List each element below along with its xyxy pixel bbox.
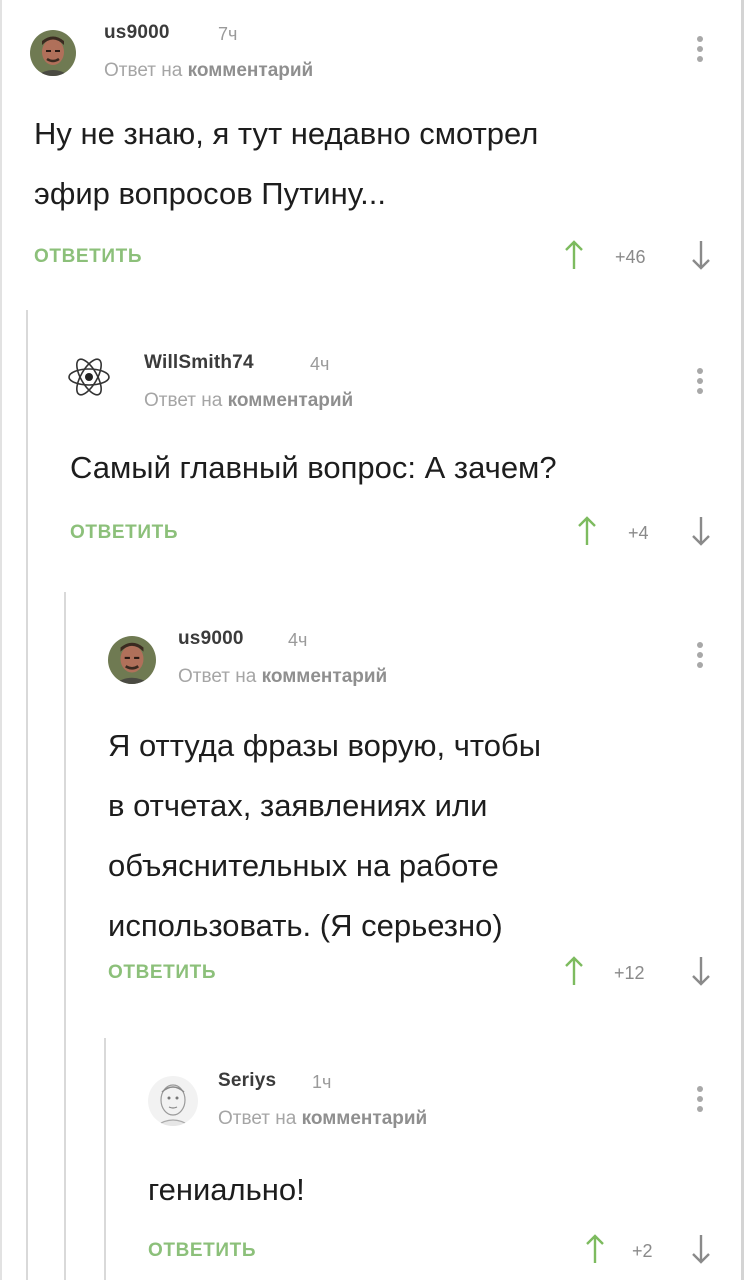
more-options-icon[interactable] xyxy=(693,36,707,66)
reply-target-link[interactable]: комментарий xyxy=(228,390,354,411)
reply-prefix: Ответ на xyxy=(144,390,223,411)
comment-author[interactable]: us9000 xyxy=(104,22,170,44)
comment-text: Самый главный вопрос: А зачем? xyxy=(70,438,557,498)
vote-score: +46 xyxy=(615,247,646,267)
more-options-icon[interactable] xyxy=(693,368,707,398)
man-portrait-avatar xyxy=(30,30,76,76)
vote-score: +12 xyxy=(614,963,645,983)
vote-score: +4 xyxy=(628,523,649,543)
thread-line-level-1 xyxy=(26,310,28,1280)
comment-author[interactable]: Seriys xyxy=(218,1070,276,1092)
reply-button[interactable]: ОТВЕТИТЬ xyxy=(108,962,216,984)
reply-button[interactable]: ОТВЕТИТЬ xyxy=(34,246,142,268)
comment-time: 4ч xyxy=(310,354,330,374)
vote-score: +2 xyxy=(632,1241,653,1261)
upvote-arrow-icon[interactable] xyxy=(563,956,585,986)
comment-time: 7ч xyxy=(218,24,238,44)
user-avatar[interactable] xyxy=(66,354,112,400)
user-avatar[interactable] xyxy=(108,636,156,684)
comment-text-line: Я оттуда фразы ворую, чтобы xyxy=(108,728,541,763)
downvote-arrow-icon[interactable] xyxy=(690,516,712,546)
reply-to-note: Ответ на комментарий xyxy=(104,60,313,82)
comment-author[interactable]: WillSmith74 xyxy=(144,352,254,374)
downvote-arrow-icon[interactable] xyxy=(690,240,712,270)
upvote-arrow-icon[interactable] xyxy=(584,1234,606,1264)
more-options-icon[interactable] xyxy=(693,1086,707,1116)
upvote-arrow-icon[interactable] xyxy=(576,516,598,546)
sketch-avatar xyxy=(148,1076,198,1126)
comment-time: 1ч xyxy=(312,1072,332,1092)
reply-button[interactable]: ОТВЕТИТЬ xyxy=(70,522,178,544)
comment-text-line: использовать. (Я серьезно) xyxy=(108,908,503,943)
comment-author[interactable]: us9000 xyxy=(178,628,244,650)
comment-text: Ну не знаю, я тут недавно смотрел эфир в… xyxy=(34,104,538,224)
reply-target-link[interactable]: комментарий xyxy=(188,60,314,81)
reply-prefix: Ответ на xyxy=(178,666,257,687)
atom-icon-avatar xyxy=(68,358,110,396)
more-options-icon[interactable] xyxy=(693,642,707,672)
upvote-arrow-icon[interactable] xyxy=(563,240,585,270)
reply-target-link[interactable]: комментарий xyxy=(302,1108,428,1129)
comment-text-line: в отчетах, заявлениях или xyxy=(108,788,488,823)
reply-button[interactable]: ОТВЕТИТЬ xyxy=(148,1240,256,1262)
thread-line-level-3 xyxy=(104,1038,106,1280)
comment-time: 4ч xyxy=(288,630,308,650)
user-avatar[interactable] xyxy=(30,30,76,76)
thread-line-level-2 xyxy=(64,592,66,1280)
comment-text-line: объяснительных на работе xyxy=(108,848,499,883)
reply-prefix: Ответ на xyxy=(104,60,183,81)
user-avatar[interactable] xyxy=(148,1076,198,1126)
comment-text: гениально! xyxy=(148,1160,305,1220)
reply-to-note: Ответ на комментарий xyxy=(178,666,387,688)
downvote-arrow-icon[interactable] xyxy=(690,1234,712,1264)
reply-to-note: Ответ на комментарий xyxy=(218,1108,427,1130)
comment-text-line: эфир вопросов Путину... xyxy=(34,176,386,211)
downvote-arrow-icon[interactable] xyxy=(690,956,712,986)
man-portrait-avatar xyxy=(108,636,156,684)
comment-text: Я оттуда фразы ворую, чтобы в отчетах, з… xyxy=(108,716,541,956)
reply-to-note: Ответ на комментарий xyxy=(144,390,353,412)
comment-text-line: гениально! xyxy=(148,1172,305,1207)
comment-text-line: Самый главный вопрос: А зачем? xyxy=(70,450,557,485)
comment-text-line: Ну не знаю, я тут недавно смотрел xyxy=(34,116,539,151)
reply-target-link[interactable]: комментарий xyxy=(262,666,388,687)
reply-prefix: Ответ на xyxy=(218,1108,297,1129)
